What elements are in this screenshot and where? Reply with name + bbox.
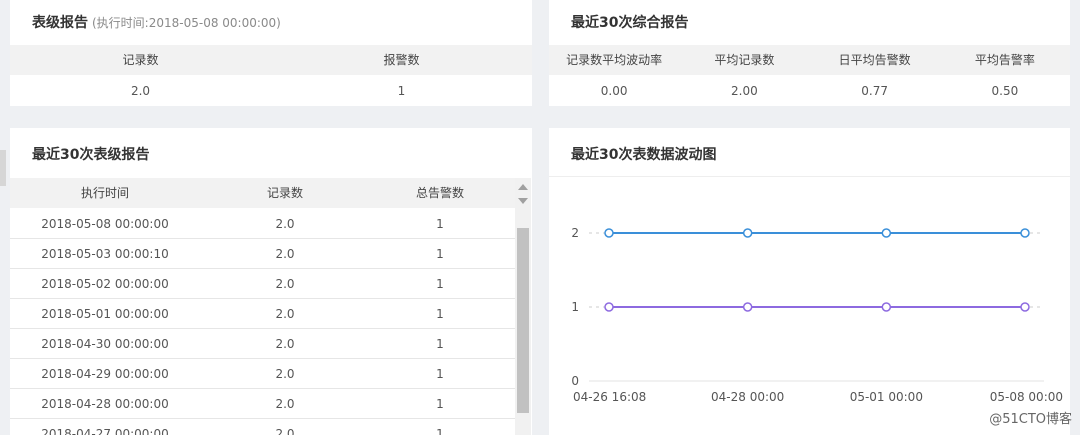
scroll-thumb[interactable] bbox=[517, 228, 529, 413]
history-report-card: 最近30次表级报告 执行时间 记录数 总告警数 2018-05-08 00:00… bbox=[10, 128, 532, 435]
history-scrollbar[interactable] bbox=[515, 178, 531, 435]
history-cell-records: 2.0 bbox=[275, 277, 295, 291]
table-row[interactable]: 2018-05-03 00:00:10 2.0 1 bbox=[10, 239, 515, 269]
scroll-down-arrow-icon[interactable] bbox=[518, 198, 528, 204]
watermark-text: @51CTO博客 bbox=[989, 412, 1072, 427]
history-cell-records: 2.0 bbox=[275, 217, 295, 231]
chart-x-tick-label: 04-26 16:08 bbox=[573, 390, 646, 404]
summary-value-alarms: 1 bbox=[397, 84, 406, 98]
history-cell-exec-time: 2018-04-30 00:00:00 bbox=[41, 337, 169, 351]
chart-x-tick-label: 05-01 00:00 bbox=[850, 390, 923, 404]
history-cell-total-alarms: 1 bbox=[436, 277, 444, 291]
chart-x-tick-label: 04-28 00:00 bbox=[711, 390, 784, 404]
fluctuation-line-chart: 0 1 2 04-26 16:08 04-28 00:00 05-01 00:00 05-0… bbox=[571, 226, 1063, 404]
table-report-title-text: 表级报告 bbox=[32, 15, 88, 31]
chart-y-tick-label: 0 bbox=[571, 374, 579, 388]
summary-table-header: 记录数 报警数 bbox=[10, 45, 532, 75]
summary-value-records: 2.0 bbox=[130, 84, 151, 98]
chart-data-point bbox=[881, 228, 892, 238]
history-header-records[interactable]: 记录数 bbox=[200, 178, 370, 208]
chart-data-point bbox=[881, 302, 892, 312]
chart-y-tick-label: 1 bbox=[571, 300, 579, 314]
history-cell-exec-time: 2018-05-03 00:00:10 bbox=[41, 247, 169, 261]
table-row[interactable]: 2018-04-30 00:00:00 2.0 1 bbox=[10, 329, 515, 359]
composite-report-card: 最近30次综合报告 记录数平均波动率 平均记录数 日平均告警数 平均告警率 0.… bbox=[549, 0, 1070, 106]
table-report-title: 表级报告 (执行时间:2018-05-08 00:00:00) bbox=[32, 12, 281, 32]
composite-table-header: 记录数平均波动率 平均记录数 日平均告警数 平均告警率 bbox=[549, 45, 1070, 75]
sidebar-collapse-handle[interactable] bbox=[0, 150, 6, 186]
history-header-total-alarms[interactable]: 总告警数 bbox=[370, 178, 510, 208]
composite-value-alarm-rate: 0.50 bbox=[991, 84, 1019, 98]
history-cell-exec-time: 2018-04-28 00:00:00 bbox=[41, 397, 169, 411]
history-cell-records: 2.0 bbox=[275, 367, 295, 381]
table-row[interactable]: 2018-05-02 00:00:00 2.0 1 bbox=[10, 269, 515, 299]
history-cell-total-alarms: 1 bbox=[436, 397, 444, 411]
chart-data-point bbox=[742, 228, 753, 238]
table-row[interactable]: 2018-05-01 00:00:00 2.0 1 bbox=[10, 299, 515, 329]
composite-header-daily-alarms: 日平均告警数 bbox=[838, 53, 911, 67]
history-table-body: 2018-05-08 00:00:00 2.0 1 2018-05-03 00:00:… bbox=[10, 209, 515, 435]
summary-header-alarms: 报警数 bbox=[383, 53, 420, 67]
chart-data-point bbox=[604, 302, 614, 312]
history-cell-exec-time: 2018-05-08 00:00:00 bbox=[41, 217, 169, 231]
composite-header-avg-records: 平均记录数 bbox=[714, 53, 775, 67]
history-cell-total-alarms: 1 bbox=[436, 247, 444, 261]
chart-data-point bbox=[742, 302, 753, 312]
table-report-exec-time: (执行时间:2018-05-08 00:00:00) bbox=[92, 16, 281, 30]
table-report-card: 表级报告 (执行时间:2018-05-08 00:00:00) 记录数 报警数 2… bbox=[10, 0, 532, 106]
history-cell-total-alarms: 1 bbox=[436, 337, 444, 351]
history-cell-total-alarms: 1 bbox=[436, 367, 444, 381]
table-row[interactable]: 2018-04-28 00:00:00 2.0 1 bbox=[10, 389, 515, 419]
fluctuation-chart-card: 最近30次表数据波动图 0 1 2 04-26 16:08 04-28 00:00 05-… bbox=[549, 128, 1070, 435]
history-cell-total-alarms: 1 bbox=[436, 307, 444, 321]
chart-x-tick-label: 05-08 00:00 bbox=[990, 390, 1063, 404]
history-cell-records: 2.0 bbox=[275, 247, 295, 261]
history-cell-records: 2.0 bbox=[275, 397, 295, 411]
chart-y-tick-label: 2 bbox=[571, 226, 579, 240]
chart-data-point bbox=[1020, 228, 1030, 238]
history-header-exec-time[interactable]: 执行时间 bbox=[10, 178, 200, 208]
history-report-title: 最近30次表级报告 bbox=[32, 147, 150, 163]
chart-data-point bbox=[604, 228, 614, 238]
composite-table-row: 0.00 2.00 0.77 0.50 bbox=[549, 77, 1070, 105]
history-cell-records: 2.0 bbox=[275, 307, 295, 321]
table-row[interactable]: 2018-04-29 00:00:00 2.0 1 bbox=[10, 359, 515, 389]
history-cell-total-alarms: 1 bbox=[436, 427, 444, 435]
composite-value-fluctuation: 0.00 bbox=[600, 84, 628, 98]
composite-header-alarm-rate: 平均告警率 bbox=[974, 53, 1035, 67]
summary-table-row: 2.0 1 bbox=[10, 77, 532, 105]
composite-value-daily-alarms: 0.77 bbox=[861, 84, 888, 98]
composite-value-avg-records: 2.00 bbox=[731, 84, 758, 98]
composite-report-title: 最近30次综合报告 bbox=[571, 15, 689, 31]
history-cell-exec-time: 2018-05-02 00:00:00 bbox=[41, 277, 169, 291]
chart-data-point bbox=[1020, 302, 1030, 312]
table-row[interactable]: 2018-05-08 00:00:00 2.0 1 bbox=[10, 209, 515, 239]
history-cell-exec-time: 2018-04-27 00:00:00 bbox=[41, 427, 169, 435]
scroll-up-arrow-icon[interactable] bbox=[518, 184, 528, 190]
summary-header-records: 记录数 bbox=[122, 53, 159, 67]
history-table-header: 执行时间 记录数 总告警数 bbox=[10, 178, 515, 208]
chart-panel-title: 最近30次表数据波动图 bbox=[571, 147, 717, 163]
composite-header-fluctuation: 记录数平均波动率 bbox=[566, 53, 663, 67]
history-cell-records: 2.0 bbox=[275, 337, 295, 351]
history-cell-exec-time: 2018-05-01 00:00:00 bbox=[41, 307, 169, 321]
history-cell-total-alarms: 1 bbox=[436, 217, 444, 231]
table-row[interactable]: 2018-04-27 00:00:00 2.0 1 bbox=[10, 419, 515, 435]
history-cell-records: 2.0 bbox=[275, 427, 295, 435]
history-cell-exec-time: 2018-04-29 00:00:00 bbox=[41, 367, 169, 381]
